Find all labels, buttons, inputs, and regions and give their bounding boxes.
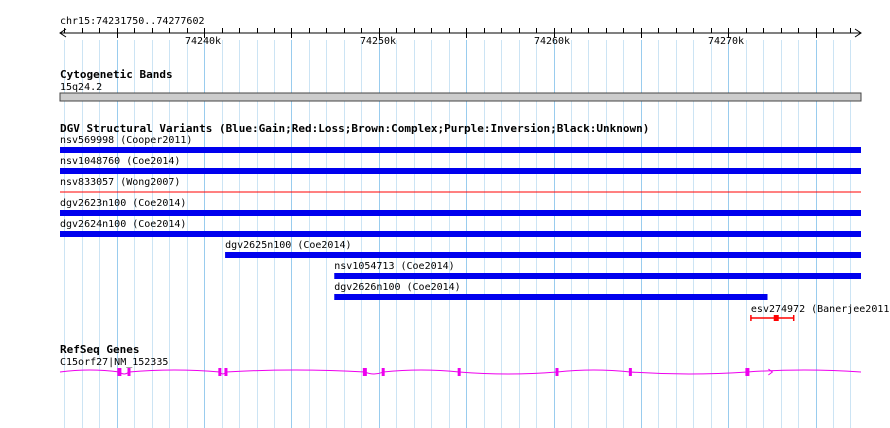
gene-strand-arrow-icon — [768, 368, 774, 376]
cytoband-label[interactable]: 15q24.2 — [60, 82, 102, 93]
dgv-variants: nsv569998 (Cooper2011) nsv1048760 (Coe201… — [60, 135, 890, 321]
variant-label: dgv2624n100 (Coe2014) — [60, 219, 186, 230]
variant-label: nsv1054713 (Coe2014) — [334, 261, 454, 272]
genome-browser-tracks: chr15:74231750..74277602 74240k 74250k 7… — [59, 16, 890, 428]
variant-bar — [60, 168, 861, 174]
variant-label: dgv2625n100 (Coe2014) — [225, 240, 351, 251]
variant-bar — [60, 191, 861, 193]
refseq-gene-label[interactable]: C15orf27|NM_152335 — [60, 357, 168, 368]
gene-exon — [381, 368, 385, 376]
variant-label: dgv2623n100 (Coe2014) — [60, 198, 186, 209]
ruler-tick-label-74240k: 74240k — [185, 36, 221, 47]
gene-exon — [555, 368, 559, 376]
ruler-tick-label-74260k: 74260k — [534, 36, 570, 47]
variant-label: nsv1048760 (Coe2014) — [60, 156, 180, 167]
variant-bar — [225, 252, 861, 258]
gene-exon — [127, 368, 131, 376]
variant-bar — [334, 273, 861, 279]
gene-exon — [362, 368, 367, 376]
variant-label: nsv569998 (Cooper2011) — [60, 135, 192, 146]
variant-bar — [60, 147, 861, 153]
gene-exon — [224, 368, 228, 376]
gene-exon — [628, 368, 632, 376]
variant-bar — [334, 294, 768, 300]
refseq-gene-model[interactable] — [59, 368, 862, 376]
variant-label: dgv2626n100 (Coe2014) — [334, 282, 460, 293]
ruler-tick-label-74250k: 74250k — [360, 36, 396, 47]
variant-label: nsv833057 (Wong2007) — [60, 177, 180, 188]
gene-exon — [457, 368, 461, 376]
gene-exon — [117, 368, 122, 376]
variant-bar — [60, 231, 861, 237]
dgv-track-title: DGV Structural Variants (Blue:Gain;Red:L… — [60, 122, 649, 135]
region-label: chr15:74231750..74277602 — [60, 16, 205, 27]
gene-exon — [745, 368, 750, 376]
gene-exon — [218, 368, 222, 376]
refseq-track-title: RefSeq Genes — [60, 343, 139, 356]
cytoband-track-title: Cytogenetic Bands — [60, 68, 173, 81]
cytoband-bar[interactable] — [59, 92, 862, 102]
variant-interval-marker — [773, 315, 779, 321]
ruler-tick-label-74270k: 74270k — [708, 36, 744, 47]
variant-bar — [60, 210, 861, 216]
variant-label: esv274972 (Banerjee2011) — [751, 304, 890, 315]
